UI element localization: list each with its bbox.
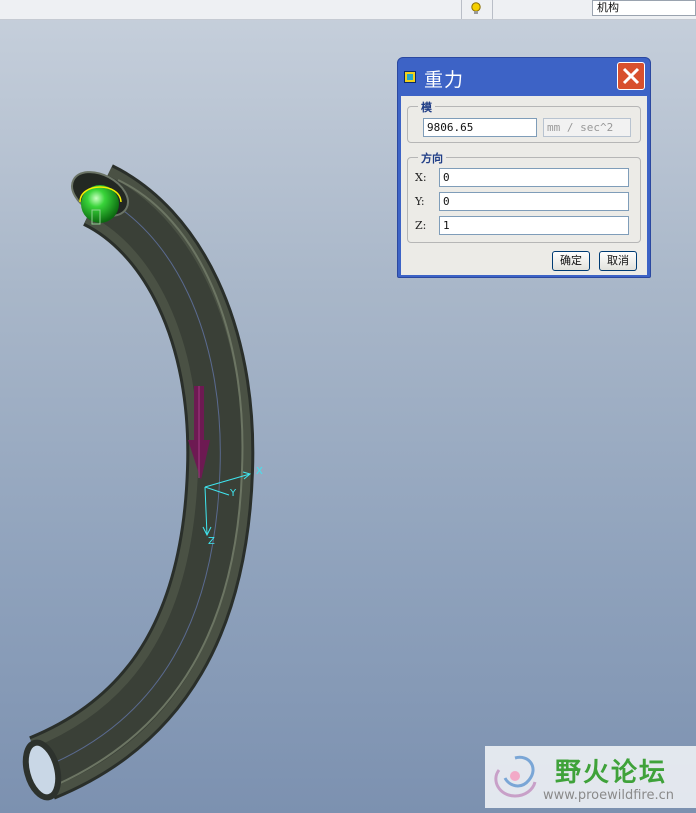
cancel-button[interactable]: 取消 xyxy=(599,251,637,271)
forum-logo-icon xyxy=(494,755,537,798)
watermark-title: 野火论坛 xyxy=(555,758,668,788)
axis-label-z: Z xyxy=(208,536,215,547)
gravity-dialog: 重力 模 9806.65 mm / sec^2 方向 X: 0 Y: 0 Z: … xyxy=(397,57,651,278)
z-label: Z: xyxy=(415,219,427,232)
close-button[interactable] xyxy=(617,62,645,90)
dialog-body: 模 9806.65 mm / sec^2 方向 X: 0 Y: 0 Z: 1 确… xyxy=(401,96,647,275)
curved-tube[interactable] xyxy=(20,163,255,801)
y-label: Y: xyxy=(415,195,425,208)
unit-field: mm / sec^2 xyxy=(543,118,631,137)
dialog-title: 重力 xyxy=(424,69,465,91)
x-label: X: xyxy=(415,171,427,184)
magnitude-input[interactable]: 9806.65 xyxy=(423,118,537,137)
axis-label-y: Y xyxy=(229,488,237,499)
watermark: 野火论坛 www.proewildfire.cn xyxy=(485,746,696,808)
app-icon xyxy=(404,71,416,83)
ok-button[interactable]: 确定 xyxy=(552,251,590,271)
direction-group-label: 方向 xyxy=(418,150,446,166)
magnitude-group-label: 模 xyxy=(418,99,435,115)
close-icon xyxy=(622,67,640,85)
z-direction-input[interactable]: 1 xyxy=(439,216,629,235)
watermark-url: www.proewildfire.cn xyxy=(543,788,674,803)
x-direction-input[interactable]: 0 xyxy=(439,168,629,187)
axis-label-x: X xyxy=(256,466,263,477)
dialog-titlebar[interactable]: 重力 xyxy=(398,58,650,96)
y-direction-input[interactable]: 0 xyxy=(439,192,629,211)
